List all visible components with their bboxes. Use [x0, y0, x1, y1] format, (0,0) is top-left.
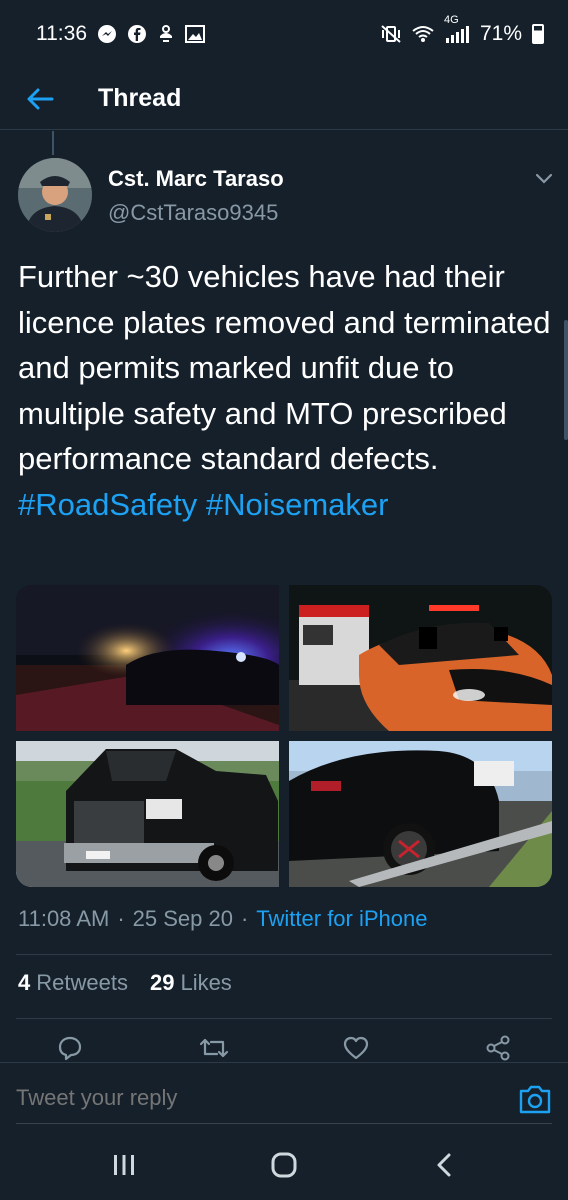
- back-button[interactable]: [20, 79, 60, 119]
- meta-separator: ·: [117, 906, 125, 931]
- photo-night-police-lights[interactable]: [16, 585, 279, 731]
- notification-icon: [157, 24, 175, 44]
- likes-count: 29: [149, 970, 175, 995]
- retweets-count: 4: [18, 970, 31, 995]
- reply-button[interactable]: [52, 1030, 88, 1066]
- tweet-time: 11:08 AM: [18, 906, 110, 931]
- retweet-button[interactable]: [196, 1030, 232, 1066]
- tweet-body: Further ~30 vehicles have had their lice…: [18, 259, 551, 476]
- home-button[interactable]: [264, 1150, 304, 1180]
- tweet-actions: [0, 1030, 568, 1066]
- camera-icon: [519, 1085, 551, 1114]
- status-bar: 11:36 4G 71%: [0, 0, 568, 68]
- status-time: 11:36: [36, 22, 87, 45]
- author-name[interactable]: Cst. Marc Taraso: [108, 166, 284, 192]
- retweets-label: Retweets: [36, 970, 128, 995]
- page-title: Thread: [98, 84, 182, 112]
- avatar[interactable]: [18, 158, 92, 232]
- likes-stat[interactable]: 29 Likes: [150, 970, 232, 996]
- photo-black-sedan-roadside[interactable]: [289, 741, 552, 887]
- divider: [16, 954, 552, 955]
- share-icon: [486, 1035, 510, 1061]
- recent-apps-button[interactable]: [104, 1150, 144, 1180]
- mute-vibrate-icon: [380, 24, 402, 44]
- network-type: 4G: [443, 14, 459, 26]
- more-options-button[interactable]: [532, 170, 556, 188]
- author-handle[interactable]: @CstTaraso9345: [108, 200, 278, 226]
- tweet-date: 25 Sep 20: [132, 906, 233, 931]
- media-grid: [16, 585, 552, 887]
- share-button[interactable]: [480, 1030, 516, 1066]
- scroll-indicator: [564, 320, 568, 440]
- meta-separator: ·: [240, 906, 249, 931]
- reply-input-underline: [16, 1123, 552, 1124]
- chevron-down-icon: [535, 173, 553, 184]
- photo-tow-truck-car[interactable]: [289, 585, 552, 731]
- hashtag-noisemaker[interactable]: #Noisemaker: [206, 487, 389, 522]
- recent-apps-icon: [114, 1155, 134, 1175]
- battery-icon: [532, 24, 544, 44]
- tweet-text: Further ~30 vehicles have had their lice…: [18, 254, 558, 527]
- home-icon: [271, 1152, 297, 1178]
- tweet-stats: 4 Retweets 29 Likes: [18, 970, 232, 996]
- battery-percent: 71%: [479, 22, 522, 45]
- thread-connector-line: [52, 131, 54, 155]
- retweets-stat[interactable]: 4 Retweets: [18, 970, 128, 996]
- like-icon: [343, 1036, 369, 1060]
- retweet-icon: [199, 1038, 229, 1058]
- photo-pickup-truck[interactable]: [16, 741, 279, 887]
- like-button[interactable]: [338, 1030, 374, 1066]
- back-icon: [437, 1153, 451, 1177]
- facebook-icon: [127, 24, 147, 44]
- likes-label: Likes: [180, 970, 232, 995]
- tweet-source-link[interactable]: Twitter for iPhone: [256, 906, 427, 932]
- wifi-icon: [412, 25, 434, 43]
- reply-icon: [58, 1036, 82, 1061]
- system-nav-bar: [0, 1128, 568, 1200]
- arrow-left-icon: [27, 88, 54, 109]
- camera-button[interactable]: [518, 1083, 552, 1115]
- gallery-icon: [185, 25, 205, 43]
- signal-icon: 4G: [444, 14, 470, 44]
- reply-input[interactable]: [16, 1085, 456, 1111]
- tweet-meta: 11:08 AM · 25 Sep 20 · Twitter for iPhon…: [18, 906, 427, 932]
- reply-composer: [0, 1062, 568, 1128]
- messenger-icon: [97, 24, 117, 44]
- nav-back-button[interactable]: [424, 1150, 464, 1180]
- divider: [16, 1018, 552, 1019]
- hashtag-roadsafety[interactable]: #RoadSafety: [18, 487, 197, 522]
- top-app-bar: Thread: [0, 68, 568, 130]
